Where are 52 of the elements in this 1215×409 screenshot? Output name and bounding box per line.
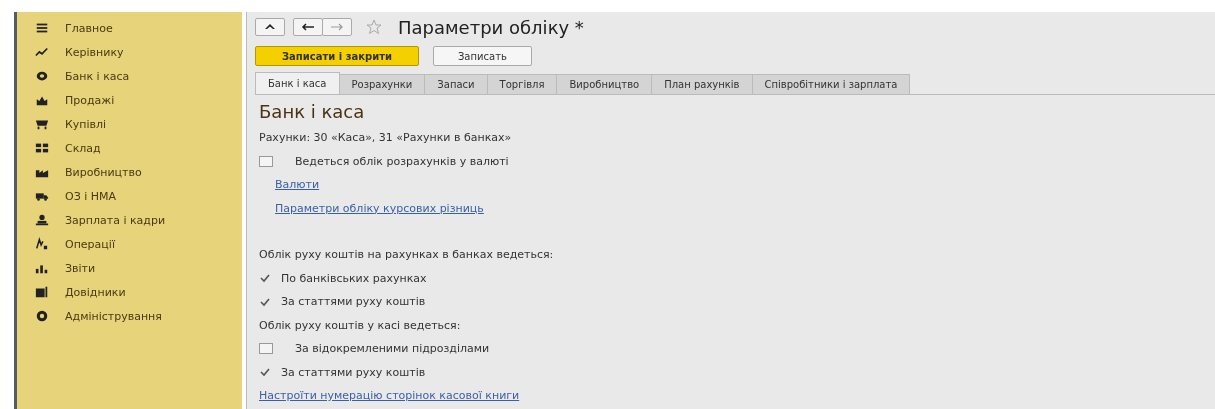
sidebar-item[interactable]: Банк і каса (17, 64, 242, 88)
sidebar-item[interactable]: Звіти (17, 256, 242, 280)
forward-arrow-icon (330, 23, 344, 31)
tab[interactable]: Торгівля (486, 74, 558, 94)
star-icon[interactable] (366, 19, 382, 35)
option-label: За статтями руху коштів (281, 365, 426, 379)
tab[interactable]: Співробітники і зарплата (751, 74, 911, 94)
checkmark-icon[interactable] (259, 366, 271, 379)
checkmark-icon[interactable] (259, 272, 271, 285)
group-label: Облік руху коштів у касі ведеться: (259, 318, 461, 332)
section-icon (35, 213, 49, 227)
sidebar-item[interactable]: Адміністрування (17, 304, 242, 328)
group-label: Облік руху коштів на рахунках в банках ведеться: (259, 248, 554, 262)
section-heading: Банк і каса (259, 101, 366, 122)
back-button[interactable] (293, 18, 323, 36)
sidebar-item[interactable]: Довідники (17, 280, 242, 304)
sidebar-item[interactable]: Виробництво (17, 160, 242, 184)
settings-link[interactable]: Валюти (275, 178, 320, 192)
tab[interactable]: Запаси (424, 74, 488, 94)
tab[interactable]: Розрахунки (338, 74, 426, 94)
back-arrow-icon (301, 23, 315, 31)
section-icon (35, 69, 49, 83)
section-icon (35, 309, 49, 323)
sidebar-item[interactable]: Зарплата і кадри (17, 208, 242, 232)
section-icon (35, 141, 49, 155)
section-icon (35, 237, 49, 251)
accounts-note: Рахунки: 30 «Каса», 31 «Рахунки в банках» (259, 131, 512, 145)
window-title: Параметри обліку * (398, 16, 584, 38)
sidebar-item[interactable]: ОЗ і НМА (17, 184, 242, 208)
sidebar-item[interactable]: Купівлі (17, 112, 242, 136)
section-icon (35, 45, 49, 59)
sidebar-item[interactable]: Керівнику (17, 40, 242, 64)
sidebar-item[interactable]: Главное (17, 16, 242, 40)
settings-link[interactable]: Параметри обліку курсових різниць (275, 201, 484, 215)
sidebar-item[interactable]: Продажі (17, 88, 242, 112)
tab[interactable]: Виробництво (556, 74, 653, 94)
tab[interactable]: План рахунків (651, 74, 753, 94)
settings-link[interactable]: Настроїти нумерацію сторінок касової книги (259, 389, 520, 403)
sidebar-item[interactable]: Операції (17, 232, 242, 256)
tab[interactable]: Банк і каса (255, 72, 340, 94)
checkbox[interactable] (259, 343, 273, 355)
option-label: Ведеться облік розрахунків у валюті (295, 154, 509, 168)
option-label: По банківських рахунках (281, 271, 427, 285)
section-icon (35, 21, 49, 35)
option-label: За відокремленими підрозділами (295, 342, 490, 356)
save-button[interactable]: Записать (432, 46, 532, 66)
sidebar-item[interactable]: Склад (17, 136, 242, 160)
home-button[interactable] (255, 18, 285, 36)
save-close-button[interactable]: Записати і закрити (255, 46, 419, 66)
section-icon (35, 285, 49, 299)
checkbox[interactable] (259, 155, 273, 167)
option-label: За статтями руху коштів (281, 295, 426, 309)
